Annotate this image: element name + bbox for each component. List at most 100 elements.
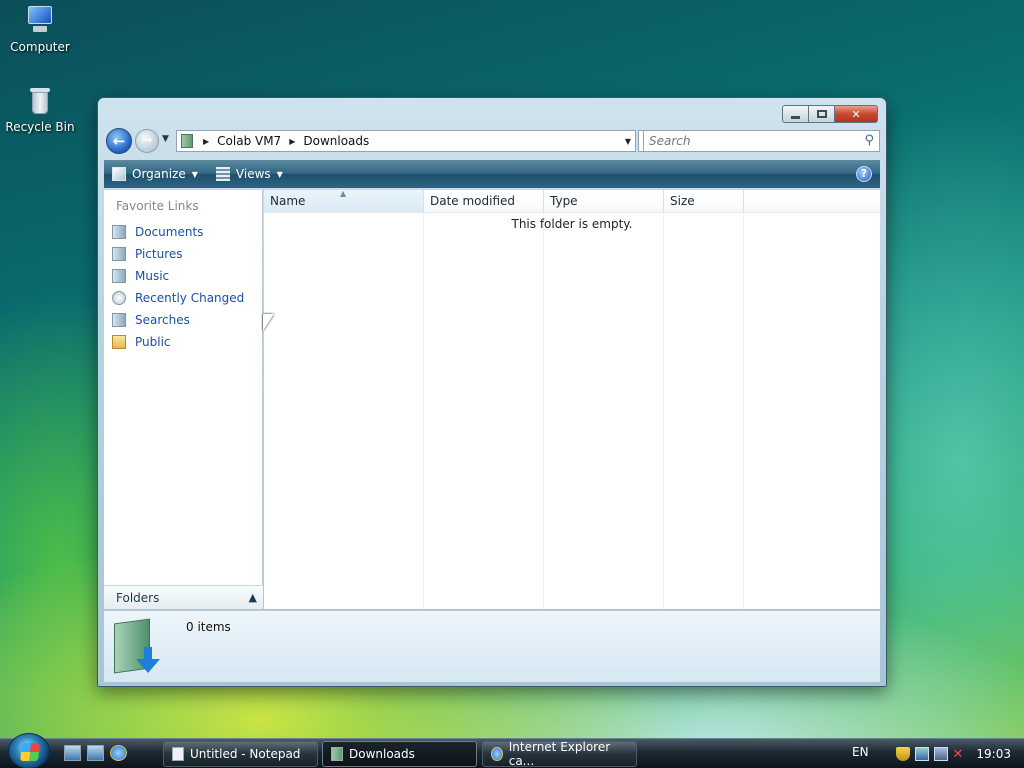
chevron-down-icon: ▼ [276, 169, 283, 179]
chevron-down-icon: ▼ [191, 169, 198, 179]
breadcrumb-separator-icon[interactable]: ▶ [203, 137, 209, 146]
views-icon [215, 167, 230, 181]
column-headers: ▲ Name Date modified Type Size [264, 189, 880, 213]
start-button[interactable] [8, 733, 50, 768]
recently-changed-icon [112, 291, 126, 305]
forward-button[interactable]: → [135, 129, 159, 153]
column-header-type[interactable]: Type [544, 190, 664, 212]
breadcrumb-item[interactable]: Colab VM7 [217, 134, 281, 148]
search-box[interactable]: ⚲ [643, 130, 880, 152]
favorite-link-recently-changed[interactable]: Recently Changed [104, 287, 262, 309]
folder-icon [331, 747, 343, 761]
public-folder-icon [112, 335, 126, 349]
internet-explorer-icon [491, 747, 503, 761]
favorite-links-list: Documents Pictures Music Recently Change… [104, 221, 262, 353]
system-tray: ✕ 19:03 [895, 739, 1024, 768]
navigation-pane: Favorite Links Documents Pictures Music … [104, 190, 263, 609]
breadcrumb-item[interactable]: Downloads [303, 134, 369, 148]
taskbar-button-downloads[interactable]: Downloads [322, 741, 477, 767]
breadcrumb-separator-icon[interactable]: ▶ [289, 137, 295, 146]
display-icon[interactable] [933, 747, 948, 761]
favorite-links-heading: Favorite Links [116, 199, 199, 213]
help-icon: ? [860, 167, 868, 180]
back-arrow-icon: ← [112, 132, 126, 150]
favorite-link-searches[interactable]: Searches [104, 309, 262, 331]
organize-button[interactable]: Organize ▼ [112, 167, 198, 181]
favorite-link-pictures[interactable]: Pictures [104, 243, 262, 265]
favorite-link-public[interactable]: Public [104, 331, 262, 353]
clock[interactable]: 19:03 [976, 747, 1011, 761]
switch-windows-icon[interactable] [87, 745, 104, 761]
favorite-link-label: Searches [135, 313, 190, 327]
pictures-icon [112, 247, 126, 261]
column-header-label: Type [550, 194, 578, 208]
computer-icon [24, 4, 56, 36]
desktop-icon-label: Computer [10, 40, 70, 54]
sort-ascending-icon: ▲ [340, 189, 347, 198]
close-button[interactable]: ✕ [835, 105, 878, 123]
quick-launch [64, 745, 133, 761]
network-icon[interactable] [914, 747, 929, 761]
column-header-label: Name [270, 194, 306, 208]
recent-pages-dropdown[interactable]: ▼ [162, 134, 169, 144]
windows-logo-icon [20, 743, 40, 761]
desktop-icon-computer[interactable]: Computer [0, 4, 80, 54]
maximize-icon [816, 110, 827, 118]
taskbar: Untitled - Notepad Downloads Internet Ex… [0, 733, 1024, 768]
minimize-icon [791, 115, 800, 119]
taskbar-button-internet-explorer[interactable]: Internet Explorer ca... [482, 740, 637, 768]
music-icon [112, 269, 126, 283]
chevron-up-icon: ▲ [248, 591, 257, 604]
column-divider [544, 213, 664, 609]
file-list[interactable]: ▲ Name Date modified Type Size This folde… [264, 189, 880, 609]
column-divider [424, 213, 544, 609]
help-button[interactable]: ? [856, 166, 872, 182]
desktop-icon-recycle-bin[interactable]: Recycle Bin [0, 84, 80, 134]
favorite-link-documents[interactable]: Documents [104, 221, 262, 243]
taskbar-button-label: Internet Explorer ca... [508, 740, 611, 768]
chevron-down-icon: ▼ [162, 134, 169, 144]
column-divider [664, 213, 744, 609]
favorite-link-label: Music [135, 269, 170, 283]
column-header-label: Date modified [430, 194, 516, 208]
documents-icon [112, 225, 126, 239]
column-divider [264, 213, 424, 609]
mouse-cursor-icon [263, 314, 274, 331]
address-dropdown-button[interactable]: ▼ [621, 137, 635, 146]
organize-icon [112, 167, 126, 181]
minimize-button[interactable] [782, 105, 809, 123]
forward-arrow-icon: → [141, 133, 153, 148]
downloads-folder-icon [114, 617, 160, 675]
column-header-size[interactable]: Size [664, 190, 744, 212]
language-indicator[interactable]: EN [852, 745, 869, 759]
search-input[interactable] [644, 131, 844, 151]
navigation-bar: ← → ▼ ▶ Colab VM7 ▶ Downloads ▼ ⇄ ⚲ [106, 128, 880, 154]
maximize-button[interactable] [809, 105, 835, 123]
search-icon[interactable]: ⚲ [864, 133, 874, 148]
show-desktop-icon[interactable] [64, 745, 81, 761]
security-shield-icon[interactable] [895, 747, 910, 761]
organize-label: Organize [132, 167, 186, 181]
chevron-down-icon: ▼ [624, 136, 632, 146]
views-label: Views [235, 167, 271, 181]
item-count: 0 items [186, 620, 231, 634]
views-button[interactable]: Views ▼ [215, 167, 283, 181]
favorite-link-label: Public [135, 335, 171, 349]
volume-muted-icon[interactable]: ✕ [953, 747, 964, 762]
column-header-name[interactable]: ▲ Name [264, 189, 424, 212]
column-header-label: Size [670, 194, 695, 208]
back-button[interactable]: ← [106, 128, 132, 154]
internet-explorer-icon[interactable] [110, 745, 127, 761]
taskbar-button-label: Untitled - Notepad [190, 747, 301, 761]
favorite-link-label: Documents [135, 225, 204, 239]
empty-folder-message: This folder is empty. [511, 217, 633, 231]
command-bar: Organize ▼ Views ▼ ? [104, 160, 880, 188]
column-header-date-modified[interactable]: Date modified [424, 190, 544, 212]
favorite-link-music[interactable]: Music [104, 265, 262, 287]
details-pane: 0 items [104, 610, 880, 682]
address-bar[interactable]: ▶ Colab VM7 ▶ Downloads ▼ [176, 130, 636, 152]
folders-toggle[interactable]: Folders ▲ [104, 585, 263, 609]
notepad-icon [172, 747, 184, 761]
taskbar-button-notepad[interactable]: Untitled - Notepad [163, 741, 318, 767]
favorite-link-label: Recently Changed [135, 291, 245, 305]
